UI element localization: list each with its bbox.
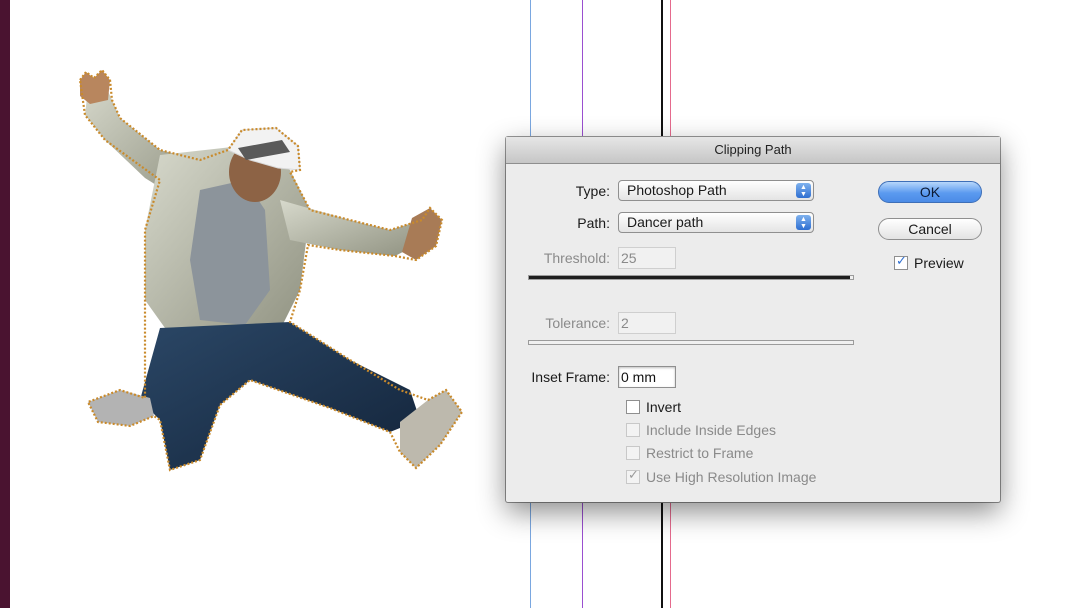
- inset-frame-field[interactable]: 0 mm: [618, 366, 676, 388]
- check-mark-icon: ✓: [896, 253, 907, 268]
- select-arrows-icon: ▲ ▼: [796, 183, 811, 198]
- preview-option[interactable]: ✓ Preview: [894, 253, 964, 271]
- path-label: Path:: [577, 214, 610, 231]
- path-row: Path: Dancer path ▲ ▼: [506, 212, 814, 233]
- option-invert[interactable]: Invert: [626, 399, 681, 415]
- invert-checkbox[interactable]: [626, 400, 640, 414]
- include-inside-edges-checkbox[interactable]: [626, 423, 640, 437]
- invert-label: Invert: [646, 399, 682, 415]
- dialog-title[interactable]: Clipping Path: [506, 137, 1000, 164]
- left-border: [0, 0, 10, 608]
- tolerance-row: Tolerance: 2: [506, 312, 676, 334]
- option-restrict-to-frame[interactable]: Restrict to Frame: [626, 445, 753, 461]
- dancer-right-hand: [402, 208, 442, 260]
- tolerance-label: Tolerance:: [545, 315, 610, 331]
- inset-frame-label: Inset Frame:: [531, 369, 610, 385]
- type-select-value: Photoshop Path: [627, 182, 727, 198]
- clipping-path-dialog: Clipping Path Type: Photoshop Path ▲ ▼ Pa…: [506, 137, 1000, 502]
- check-mark-icon: ✓: [628, 467, 639, 482]
- type-row: Type: Photoshop Path ▲ ▼: [506, 180, 814, 201]
- select-arrows-icon: ▲ ▼: [796, 215, 811, 230]
- preview-label: Preview: [914, 255, 964, 271]
- dancer-artwork[interactable]: [50, 60, 490, 510]
- threshold-row: Threshold: 25: [506, 247, 676, 269]
- option-use-high-resolution[interactable]: ✓ Use High Resolution Image: [626, 467, 817, 485]
- use-high-resolution-checkbox[interactable]: ✓: [626, 467, 640, 484]
- ok-button[interactable]: OK: [878, 181, 982, 203]
- threshold-slider[interactable]: [528, 275, 854, 280]
- restrict-to-frame-checkbox[interactable]: [626, 446, 640, 460]
- preview-checkbox[interactable]: ✓: [894, 253, 908, 270]
- path-select-value: Dancer path: [627, 214, 704, 230]
- cancel-button[interactable]: Cancel: [878, 218, 982, 240]
- option-include-inside-edges[interactable]: Include Inside Edges: [626, 422, 776, 438]
- inset-frame-row: Inset Frame: 0 mm: [506, 366, 676, 388]
- tolerance-slider[interactable]: [528, 340, 854, 345]
- threshold-label: Threshold:: [543, 250, 610, 266]
- dancer-jeans: [140, 322, 420, 470]
- tolerance-field[interactable]: 2: [618, 312, 676, 334]
- type-label: Type:: [575, 182, 610, 199]
- restrict-to-frame-label: Restrict to Frame: [646, 445, 754, 461]
- use-high-resolution-label: Use High Resolution Image: [646, 469, 817, 485]
- threshold-slider-fill: [529, 276, 850, 279]
- threshold-field[interactable]: 25: [618, 247, 676, 269]
- include-inside-edges-label: Include Inside Edges: [646, 422, 776, 438]
- path-select[interactable]: Dancer path ▲ ▼: [618, 212, 814, 233]
- type-select[interactable]: Photoshop Path ▲ ▼: [618, 180, 814, 201]
